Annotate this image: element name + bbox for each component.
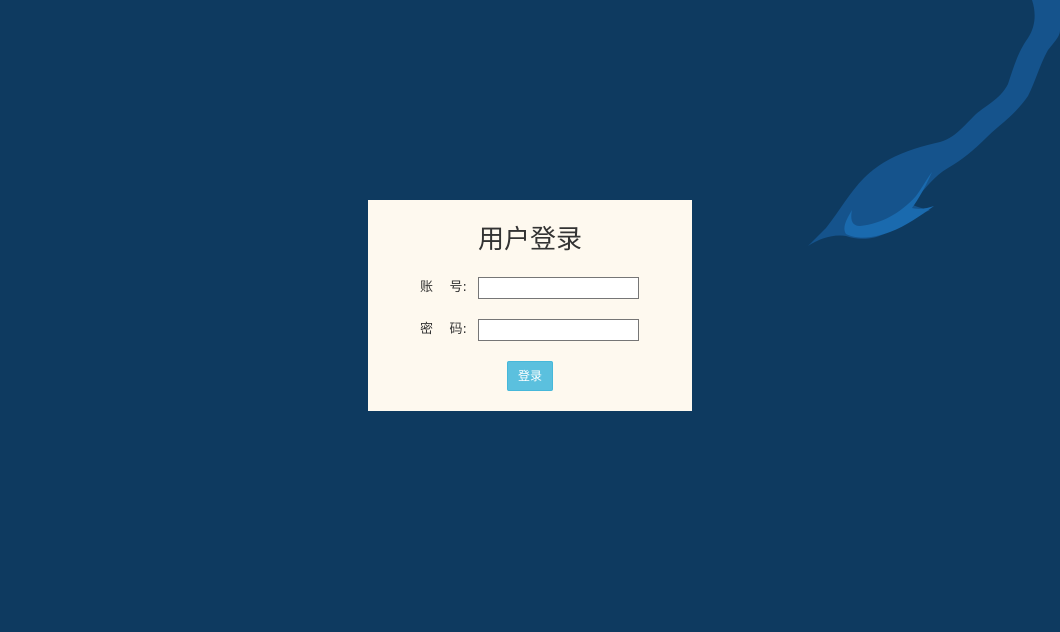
account-label: 账 号:: [420, 280, 467, 295]
account-input[interactable]: [478, 277, 639, 299]
password-row: 密 码:: [368, 319, 692, 341]
login-button[interactable]: 登录: [507, 361, 553, 391]
account-row: 账 号:: [368, 277, 692, 299]
password-label: 密 码:: [420, 322, 467, 337]
password-input[interactable]: [478, 319, 639, 341]
bird-silhouette: [808, 0, 1060, 246]
bird-wing-highlight: [844, 172, 934, 238]
login-title: 用户登录: [477, 225, 582, 255]
login-panel: 用户登录 账 号: 密 码: 登录: [368, 200, 692, 411]
